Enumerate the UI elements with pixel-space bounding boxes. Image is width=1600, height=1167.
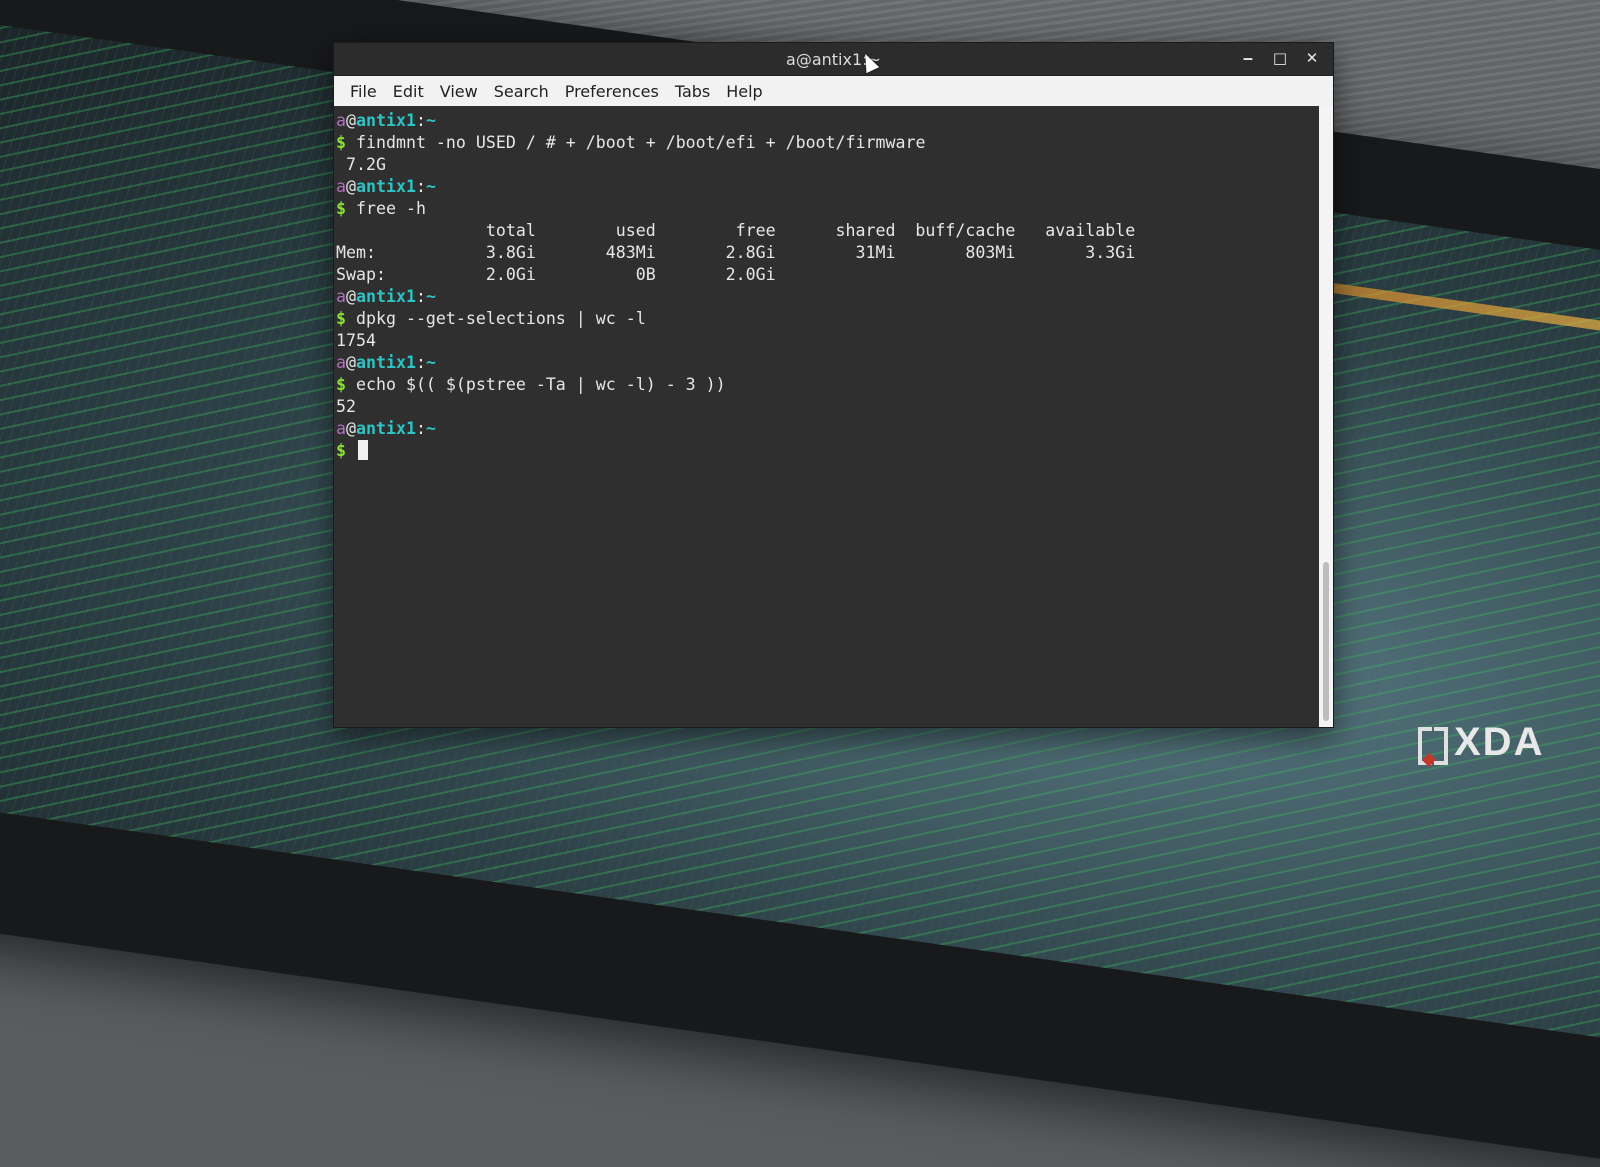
menu-edit[interactable]: Edit [385, 78, 432, 105]
prompt-dir: ~ [425, 353, 436, 372]
menu-bar: File Edit View Search Preferences Tabs H… [334, 76, 1333, 106]
prompt-at: @ [346, 353, 356, 372]
prompt-line: a@antix1:~ [336, 418, 1319, 440]
close-button[interactable]: ✕ [1303, 49, 1321, 67]
output-line: 7.2G [336, 155, 386, 174]
title-bar[interactable]: a@antix1:~ ‒ □ ✕ [334, 43, 1333, 76]
prompt-user: a [336, 111, 346, 130]
minimize-button[interactable]: ‒ [1239, 49, 1257, 67]
prompt-colon: : [415, 419, 426, 438]
prompt-host: antix1 [356, 353, 416, 372]
prompt-dollar: $ [336, 133, 346, 152]
prompt-dollar: $ [336, 309, 346, 328]
command-line: $ echo $(( $(pstree -Ta | wc -l) - 3 )) [336, 374, 1319, 396]
prompt-dollar: $ [336, 375, 346, 394]
command-text: free -h [356, 199, 426, 218]
command-line: $ free -h [336, 198, 1319, 220]
prompt-user: a [336, 353, 346, 372]
prompt-dollar: $ [336, 199, 346, 218]
output-line: Mem: 3.8Gi 483Mi 2.8Gi 31Mi 803Mi 3.3Gi [336, 243, 1136, 262]
prompt-dir: ~ [425, 419, 436, 438]
menu-preferences[interactable]: Preferences [557, 78, 667, 105]
input-line: $ [336, 440, 1319, 462]
scrollbar-thumb[interactable] [1323, 562, 1329, 721]
xda-logo-text: XDA [1454, 720, 1545, 764]
menu-tabs[interactable]: Tabs [667, 78, 718, 105]
prompt-host: antix1 [356, 177, 416, 196]
prompt-user: a [336, 419, 346, 438]
prompt-at: @ [346, 287, 356, 306]
prompt-at: @ [346, 419, 356, 438]
prompt-user: a [336, 177, 346, 196]
command-text: dpkg --get-selections | wc -l [356, 309, 646, 328]
xda-logo: XDA [1418, 720, 1545, 767]
menu-view[interactable]: View [432, 78, 486, 105]
prompt-colon: : [415, 177, 426, 196]
prompt-dollar: $ [336, 441, 346, 460]
prompt-line: a@antix1:~ [336, 110, 1319, 132]
prompt-dir: ~ [425, 287, 436, 306]
output-line: 1754 [336, 331, 376, 350]
menu-search[interactable]: Search [486, 78, 557, 105]
menu-help[interactable]: Help [718, 78, 770, 105]
prompt-dir: ~ [425, 177, 436, 196]
vertical-scrollbar[interactable] [1319, 106, 1333, 727]
prompt-user: a [336, 287, 346, 306]
text-cursor [358, 440, 368, 460]
maximize-button[interactable]: □ [1271, 49, 1289, 67]
command-text: echo $(( $(pstree -Ta | wc -l) - 3 )) [356, 375, 726, 394]
prompt-colon: : [415, 353, 426, 372]
prompt-host: antix1 [356, 287, 416, 306]
command-text: findmnt -no USED / # + /boot + /boot/efi… [356, 133, 926, 152]
xda-logo-icon [1418, 725, 1448, 767]
prompt-line: a@antix1:~ [336, 286, 1319, 308]
window-title: a@antix1:~ [786, 50, 881, 69]
output-line: 52 [336, 397, 356, 416]
terminal-window: a@antix1:~ ‒ □ ✕ File Edit View Search P… [333, 42, 1334, 728]
terminal-output[interactable]: a@antix1:~ $ findmnt -no USED / # + /boot… [334, 106, 1319, 727]
prompt-dir: ~ [425, 111, 436, 130]
prompt-line: a@antix1:~ [336, 352, 1319, 374]
prompt-host: antix1 [356, 419, 416, 438]
output-line: total used free shared buff/cache availa… [336, 221, 1136, 240]
prompt-at: @ [346, 111, 356, 130]
output-line: Swap: 2.0Gi 0B 2.0Gi [336, 265, 776, 284]
prompt-host: antix1 [356, 111, 416, 130]
window-controls: ‒ □ ✕ [1239, 49, 1321, 67]
prompt-colon: : [415, 287, 426, 306]
command-line: $ dpkg --get-selections | wc -l [336, 308, 1319, 330]
prompt-line: a@antix1:~ [336, 176, 1319, 198]
menu-file[interactable]: File [342, 78, 385, 105]
command-line: $ findmnt -no USED / # + /boot + /boot/e… [336, 132, 1319, 154]
prompt-colon: : [415, 111, 426, 130]
prompt-at: @ [346, 177, 356, 196]
